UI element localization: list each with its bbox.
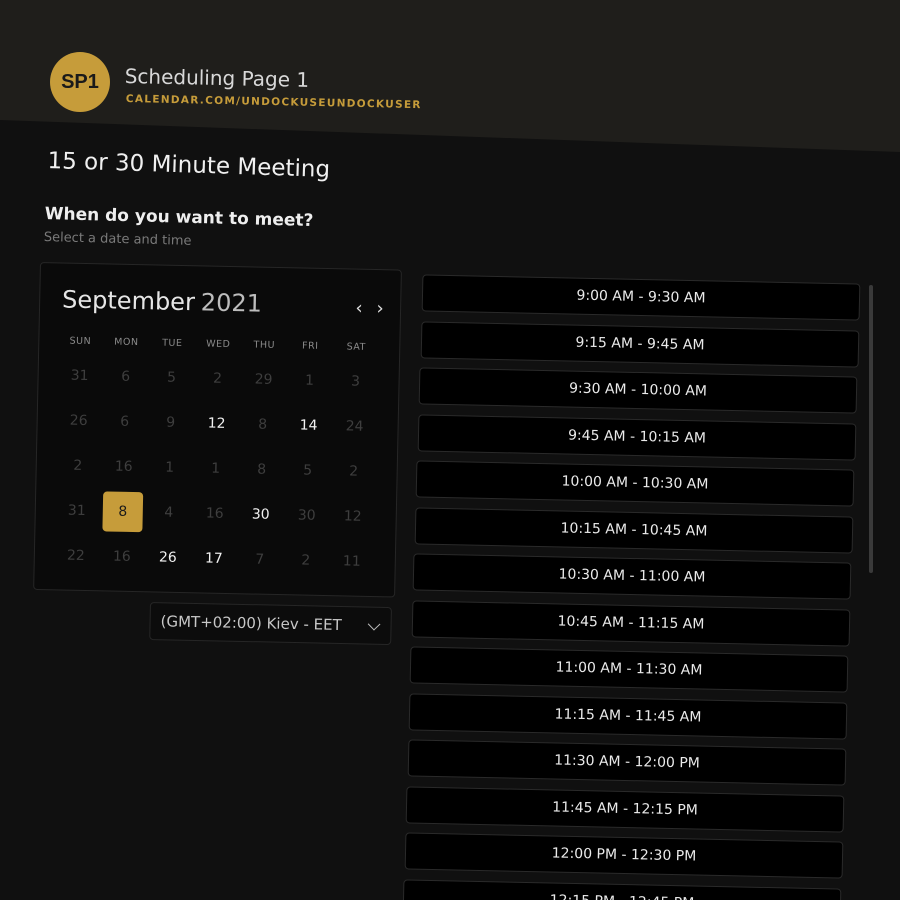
calendar-day: 16: [114, 458, 133, 475]
weekday-header: SUN: [69, 335, 92, 348]
section-heading: When do you want to meet?: [44, 204, 314, 232]
time-slot-button[interactable]: 9:15 AM - 9:45 AM: [420, 320, 859, 368]
time-slot-button[interactable]: 11:30 AM - 12:00 PM: [407, 739, 846, 786]
time-slot-button[interactable]: 12:00 PM - 12:30 PM: [404, 832, 843, 879]
calendar-day: 29: [254, 371, 273, 388]
page-title: 15 or 30 Minute Meeting: [47, 148, 331, 183]
calendar-day: 16: [205, 505, 224, 522]
weekday-header: FRI: [301, 340, 319, 352]
time-slot-button[interactable]: 12:15 PM - 12:45 PM: [402, 878, 842, 900]
calendar-month-label: September 2021: [62, 285, 262, 317]
calendar-day: 24: [345, 418, 364, 435]
time-slot-button[interactable]: 11:15 AM - 11:45 AM: [408, 692, 848, 740]
calendar-day: 1: [304, 372, 315, 389]
weekday-header: WED: [206, 338, 231, 351]
calendar-day: 6: [120, 413, 130, 430]
time-slot-button[interactable]: 10:30 AM - 11:00 AM: [412, 553, 852, 600]
slot-list-scrollbar[interactable]: [869, 285, 873, 573]
chevron-left-icon[interactable]: ‹: [350, 298, 368, 320]
calendar-day-selected[interactable]: 8: [102, 491, 144, 533]
calendar-day: 1: [211, 460, 221, 477]
avatar: SP1: [50, 52, 110, 112]
weekday-header: TUE: [162, 337, 183, 349]
calendar-day[interactable]: 26: [147, 537, 188, 578]
time-slot-button[interactable]: 11:00 AM - 11:30 AM: [410, 646, 849, 693]
time-slot-button[interactable]: 9:45 AM - 10:15 AM: [417, 413, 856, 461]
time-slot-button[interactable]: 10:15 AM - 10:45 AM: [414, 506, 854, 554]
calendar-day: 22: [66, 547, 85, 565]
timezone-value: (GMT+02:00) Kiev - EET: [160, 612, 342, 635]
time-slot-button[interactable]: 9:00 AM - 9:30 AM: [421, 274, 861, 321]
calendar-day: 30: [297, 507, 316, 524]
calendar-day: 6: [120, 368, 131, 385]
calendar-day: 2: [73, 457, 83, 474]
calendar-day: 8: [257, 461, 267, 478]
calendar-day[interactable]: 12: [196, 403, 237, 444]
calendar-day: 9: [166, 414, 176, 431]
calendar-day: 31: [70, 367, 89, 385]
calendar-day: 11: [342, 553, 361, 570]
weekday-header: MON: [114, 336, 139, 349]
calendar-year: 2021: [200, 288, 263, 318]
calendar-day: 2: [301, 552, 311, 569]
calendar-day: 3: [350, 373, 361, 390]
calendar-day: 16: [112, 548, 131, 565]
section-subtitle: Select a date and time: [43, 230, 192, 249]
calendar-month: September: [61, 285, 196, 317]
calendar-day: 4: [164, 504, 174, 521]
calendar-day: 8: [258, 416, 268, 433]
scheduling-page: SP1 Scheduling Page 1 CALENDAR.COM/UNDOC…: [0, 0, 900, 900]
calendar-day: 12: [343, 508, 362, 525]
calendar-day[interactable]: 14: [288, 405, 329, 446]
scheduling-page-name: Scheduling Page 1: [124, 64, 310, 92]
calendar-day: 2: [349, 463, 359, 480]
calendar-day[interactable]: 30: [240, 494, 281, 535]
time-slot-button[interactable]: 10:00 AM - 10:30 AM: [415, 460, 855, 507]
calendar-day[interactable]: 17: [193, 538, 234, 579]
calendar-day: 2: [212, 370, 223, 387]
chevron-down-icon: [367, 617, 381, 631]
calendar-day: 7: [255, 551, 265, 568]
weekday-header: THU: [253, 339, 276, 351]
calendar-day: 5: [166, 369, 177, 386]
time-slot-button[interactable]: 9:30 AM - 10:00 AM: [418, 367, 858, 414]
time-slot-button[interactable]: 11:45 AM - 12:15 PM: [405, 785, 845, 833]
time-slot-button[interactable]: 10:45 AM - 11:15 AM: [411, 599, 851, 647]
timezone-select[interactable]: (GMT+02:00) Kiev - EET: [149, 602, 392, 646]
calendar-day: 5: [303, 462, 313, 479]
calendar-day: 26: [69, 412, 88, 430]
weekday-header: SAT: [346, 341, 367, 353]
calendar-day: 31: [67, 502, 86, 520]
chevron-right-icon[interactable]: ›: [371, 298, 389, 320]
date-picker: September 2021 ‹ › SUN MON TUE WED THU FRI SAT 3…: [33, 262, 402, 598]
calendar-day: 1: [165, 459, 175, 476]
